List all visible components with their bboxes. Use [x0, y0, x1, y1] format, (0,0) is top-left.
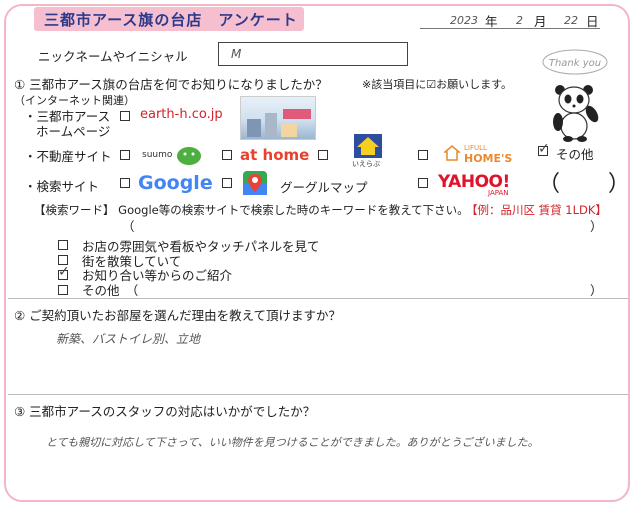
ieshoppu-logo	[352, 134, 384, 162]
q3-answer: とても親切に対応して下さって、いい物件を見つけることができました。ありがとうござ…	[46, 436, 539, 449]
checkbox-store-atmosphere[interactable]	[58, 240, 68, 250]
date-year: 2023	[450, 14, 478, 27]
panda-illustration: Thank you	[530, 42, 620, 142]
house-icon	[354, 134, 382, 158]
search-word-text: 【検索ワード】 Google等の検索サイトで検索した時のキーワードを教えて下さい…	[34, 203, 469, 217]
search-word-paren-close: ）	[590, 219, 603, 234]
suumo-logo: suumo	[142, 150, 173, 160]
search-word-example: 【例：品川区 賃貸 1LDK】	[466, 203, 607, 217]
date-underline	[420, 28, 600, 29]
thank-you-text: Thank you	[549, 58, 601, 69]
homepage-label-2: ホームページ	[36, 124, 111, 139]
search-other-paren-open: （	[538, 172, 561, 197]
date-day: 22	[564, 14, 578, 27]
nickname-label: ニックネームやイニシャル	[38, 49, 188, 64]
lifull-house-icon	[442, 145, 462, 165]
checkbox-offline-other[interactable]	[58, 285, 68, 295]
google-logo: Google	[138, 172, 213, 194]
date-month: 2	[516, 14, 523, 27]
q1-question: ① 三都市アース旗の台店を何でお知りになりましたか？	[14, 77, 328, 92]
offline-other-paren-close: ）	[590, 283, 603, 298]
homepage-thumbnail	[240, 96, 316, 140]
search-other-paren-close: ）	[608, 172, 631, 197]
building-shape	[265, 113, 277, 137]
checkbox-ieshoppu[interactable]	[318, 150, 328, 160]
yahoo-japan-text: JAPAN	[488, 189, 509, 197]
checkbox-googlemap[interactable]	[222, 178, 232, 188]
checkbox-suumo[interactable]	[120, 150, 130, 160]
suumo-mascot-icon	[176, 144, 202, 170]
q2-question: ② ご契約頂いたお部屋を選んだ理由を教えて頂けますか？	[14, 308, 342, 323]
banner-shape	[283, 109, 311, 119]
checkbox-lifull[interactable]	[418, 150, 428, 160]
ieshoppu-text: いえらぶ	[352, 160, 380, 168]
checkbox-homepage[interactable]	[120, 111, 130, 121]
q2-answer: 新築、バストイレ別、立地	[56, 332, 201, 346]
page-title: 三都市アース旗の台店 アンケート	[44, 11, 298, 29]
realestate-label: ・不動産サイト	[24, 149, 112, 164]
map-pin-icon	[242, 170, 268, 200]
lifull-logo: HOME'S	[464, 152, 513, 165]
q1-note: ※該当項目に☑お願いします。	[362, 78, 512, 91]
athome-logo: at home	[240, 146, 310, 164]
checkbox-google[interactable]	[120, 178, 130, 188]
q3-question: ③ 三都市アースのスタッフの対応はいかがでしたか？	[14, 404, 316, 419]
option-offline-other: その他 （	[82, 283, 139, 298]
search-sites-label: ・検索サイト	[24, 179, 100, 194]
section-divider	[8, 394, 628, 395]
googlemap-label: グーグルマップ	[280, 180, 368, 195]
checkbox-yahoo[interactable]	[418, 178, 428, 188]
section-divider	[8, 298, 628, 299]
lifull-text: LIFULL	[464, 144, 487, 152]
search-word-paren-open: （	[122, 219, 135, 234]
checkbox-athome[interactable]	[222, 150, 232, 160]
check-mark-realestate-other: ✓	[538, 141, 550, 157]
nickname-value: M	[231, 47, 242, 61]
building-shape	[247, 119, 261, 137]
nickname-field[interactable]: M	[218, 42, 408, 66]
homepage-url: earth-h.co.jp	[140, 107, 223, 122]
panda-icon: Thank you	[542, 49, 608, 142]
building-shape	[281, 123, 297, 137]
check-mark-referral: ✓	[58, 264, 70, 280]
realestate-other-label: その他	[556, 147, 594, 162]
